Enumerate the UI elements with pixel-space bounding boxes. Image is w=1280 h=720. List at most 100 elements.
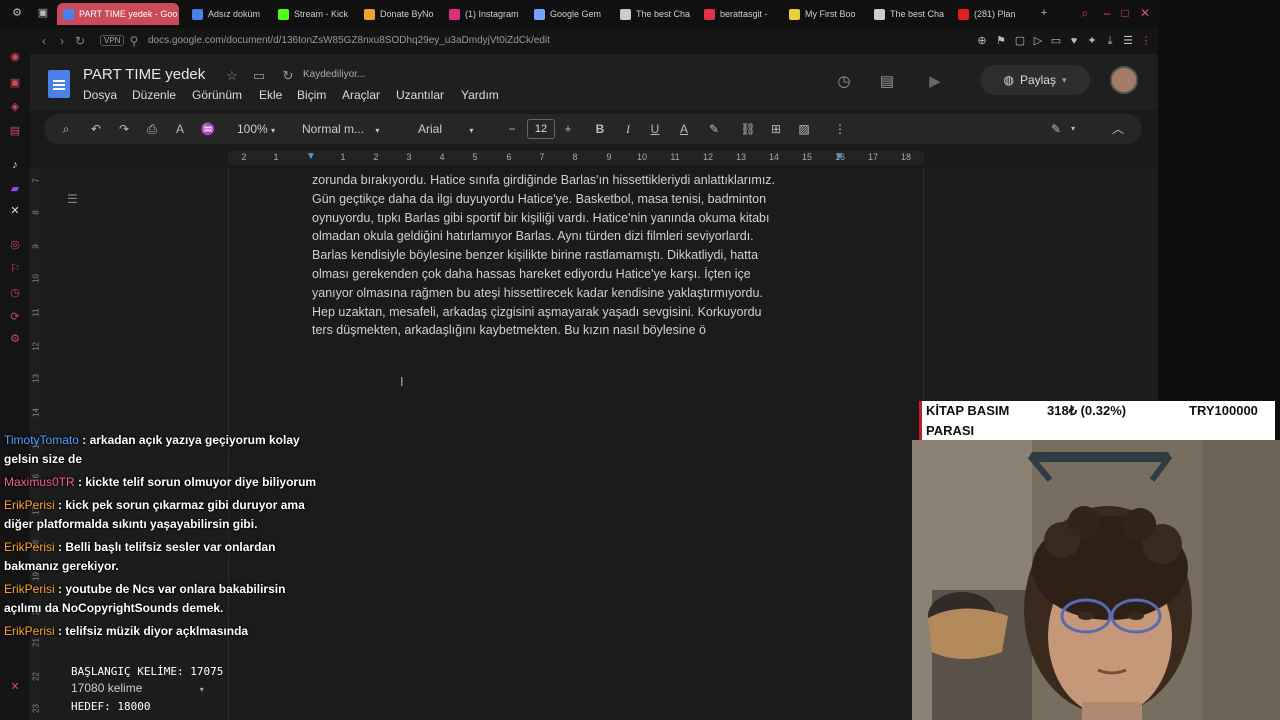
font-size-input[interactable]: 12 xyxy=(527,119,555,139)
tab-chatgpt-1[interactable]: The best Cha xyxy=(620,3,690,25)
gaming-icon[interactable]: ◈ xyxy=(8,100,22,114)
tab-gemini[interactable]: Google Gem xyxy=(534,3,606,25)
chevron-down-icon[interactable]: ▾ xyxy=(1068,121,1078,137)
extensions-icon[interactable]: ✦ xyxy=(1085,34,1099,48)
tab-adsiz[interactable]: Adsız doküm xyxy=(192,3,264,25)
player-icon[interactable]: ◎ xyxy=(8,238,22,252)
tv-icon[interactable]: ▤ xyxy=(8,124,22,138)
url-field[interactable]: docs.google.com/document/d/136tonZsW85GZ… xyxy=(148,35,550,46)
back-icon[interactable]: ‹ xyxy=(36,33,52,49)
search-icon[interactable]: ⌕ xyxy=(1078,6,1092,20)
italic-icon[interactable]: I xyxy=(620,121,636,137)
word-count-badge[interactable]: 17080 kelime ▾ xyxy=(71,680,223,698)
style-select[interactable]: Normal m... ▾ xyxy=(302,121,398,137)
share-button[interactable]: ◍ Paylaş ▾ xyxy=(980,65,1090,95)
new-tab-icon[interactable]: + xyxy=(1037,6,1051,20)
tab-kick[interactable]: Stream - Kick xyxy=(278,3,348,25)
add-comment-icon[interactable]: ⊞ xyxy=(768,121,784,137)
sync-status-icon: ↻ xyxy=(282,68,294,83)
move-folder-icon[interactable]: ▭ xyxy=(249,66,269,86)
document-body[interactable]: zorunda bırakıyordu. Hatice sınıfa girdi… xyxy=(312,171,842,340)
font-select[interactable]: Arial ▾ xyxy=(418,121,488,137)
link-icon[interactable]: ⛓ xyxy=(740,121,756,137)
zoom-icon[interactable]: ⊕ xyxy=(975,34,989,48)
pinboard-icon[interactable]: ⚐ xyxy=(8,262,22,276)
ruler-tick: 17 xyxy=(867,152,879,162)
comments-icon[interactable]: ▤ xyxy=(877,72,897,92)
vpn-badge[interactable]: VPN xyxy=(100,35,125,46)
increase-font-icon[interactable]: + xyxy=(560,121,576,137)
tab-instagram[interactable]: (1) Instagram xyxy=(449,3,521,25)
tab-berattasgit[interactable]: berattasgit - xyxy=(704,3,776,25)
print-icon[interactable]: ⎙ xyxy=(144,121,160,137)
chatgpt-favicon-icon xyxy=(874,8,885,20)
ruler-tick: 1 xyxy=(273,152,279,162)
maximize-icon[interactable]: □ xyxy=(1118,6,1132,20)
tab-part-time[interactable]: PART TIME yedek - Goo xyxy=(57,3,179,25)
easy-setup-icon[interactable]: ☰ xyxy=(1121,34,1135,48)
bookmark-icon[interactable]: ▭ xyxy=(1049,34,1063,48)
reload-icon[interactable]: ↻ xyxy=(72,33,88,49)
site-info-icon[interactable]: ⚲ xyxy=(126,33,142,49)
minimize-icon[interactable]: – xyxy=(1100,6,1114,20)
underline-icon[interactable]: U xyxy=(647,121,663,137)
aria-icon[interactable]: ◉ xyxy=(8,50,22,64)
tab-youtube[interactable]: (281) Plan xyxy=(958,3,1030,25)
sidebar-toggle-icon[interactable]: ⚙ xyxy=(10,6,24,20)
snapshot-icon[interactable]: ▢ xyxy=(1013,34,1027,48)
version-history-icon[interactable]: ◷ xyxy=(834,72,854,92)
play-icon[interactable]: ▷ xyxy=(1031,34,1045,48)
x-icon[interactable]: ✕ xyxy=(8,204,22,218)
download-icon[interactable]: ⤓ xyxy=(1103,34,1117,48)
pin-icon[interactable]: ⚑ xyxy=(994,34,1008,48)
menu-format[interactable]: Biçim xyxy=(297,88,326,102)
insert-image-icon[interactable]: ▨ xyxy=(796,121,812,137)
spellcheck-icon[interactable]: A xyxy=(172,121,188,137)
bold-icon[interactable]: B xyxy=(592,121,608,137)
text-color-icon[interactable]: A xyxy=(676,121,692,137)
right-indent-marker-icon[interactable]: ▼ xyxy=(834,151,844,162)
menu-file[interactable]: Dosya xyxy=(83,88,117,102)
chat-message: ErikPerisi : telifsiz müzik diyor açklma… xyxy=(4,622,324,641)
horizontal-ruler[interactable]: 2 1 1 2 3 4 5 6 7 8 9 10 11 12 13 14 15 … xyxy=(228,151,924,165)
close-icon[interactable]: ✕ xyxy=(1138,6,1152,20)
tab-chatgpt-2[interactable]: The best Cha xyxy=(874,3,944,25)
tiktok-icon[interactable]: ♪ xyxy=(8,158,22,172)
tab-my-first-book[interactable]: My First Boo xyxy=(789,3,859,25)
sync-icon[interactable]: ⟳ xyxy=(8,310,22,324)
history-icon[interactable]: ◷ xyxy=(8,286,22,300)
indent-marker-icon[interactable]: ▼ xyxy=(306,151,316,162)
undo-icon[interactable]: ↶ xyxy=(88,121,104,137)
menu-tools[interactable]: Araçlar xyxy=(342,88,380,102)
highlight-icon[interactable]: ✎ xyxy=(706,121,722,137)
twitch-icon[interactable]: ▰ xyxy=(8,182,22,196)
heart-icon[interactable]: ♥ xyxy=(1067,34,1081,48)
tab-list-icon[interactable]: ▣ xyxy=(36,6,50,20)
search-menus-icon[interactable]: ⌕ xyxy=(58,121,74,137)
zoom-select[interactable]: 100% ▾ xyxy=(228,121,284,137)
redo-icon[interactable]: ↷ xyxy=(116,121,132,137)
avatar[interactable] xyxy=(1110,66,1138,94)
gx-icon[interactable]: ✕ xyxy=(8,680,22,694)
docs-logo-icon[interactable] xyxy=(48,70,70,98)
tab-donate[interactable]: Donate ByNo xyxy=(364,3,434,25)
paint-format-icon[interactable]: ♒ xyxy=(200,121,216,137)
menu-view[interactable]: Görünüm xyxy=(192,88,242,102)
menu-icon[interactable]: ⋮ xyxy=(1139,34,1153,48)
star-icon[interactable]: ☆ xyxy=(222,66,242,86)
editing-mode-icon[interactable]: ✎ xyxy=(1048,121,1064,137)
collapse-menus-icon[interactable]: ︿ xyxy=(1110,121,1126,137)
document-title[interactable]: PART TIME yedek xyxy=(83,66,205,83)
menu-help[interactable]: Yardım xyxy=(461,88,499,102)
forward-icon[interactable]: › xyxy=(54,33,70,49)
wallet-icon[interactable]: ▣ xyxy=(8,76,22,90)
more-icon[interactable]: ⋮ xyxy=(832,121,848,137)
settings-icon[interactable]: ⚙ xyxy=(8,332,22,346)
menu-edit[interactable]: Düzenle xyxy=(132,88,176,102)
document-outline-icon[interactable]: ☰ xyxy=(67,192,78,206)
ruler-tick: 9 xyxy=(606,152,612,162)
decrease-font-icon[interactable]: − xyxy=(504,121,520,137)
menu-insert[interactable]: Ekle xyxy=(259,88,282,102)
menu-extensions[interactable]: Uzantılar xyxy=(396,88,444,102)
meet-icon[interactable]: ▶ xyxy=(925,72,945,92)
